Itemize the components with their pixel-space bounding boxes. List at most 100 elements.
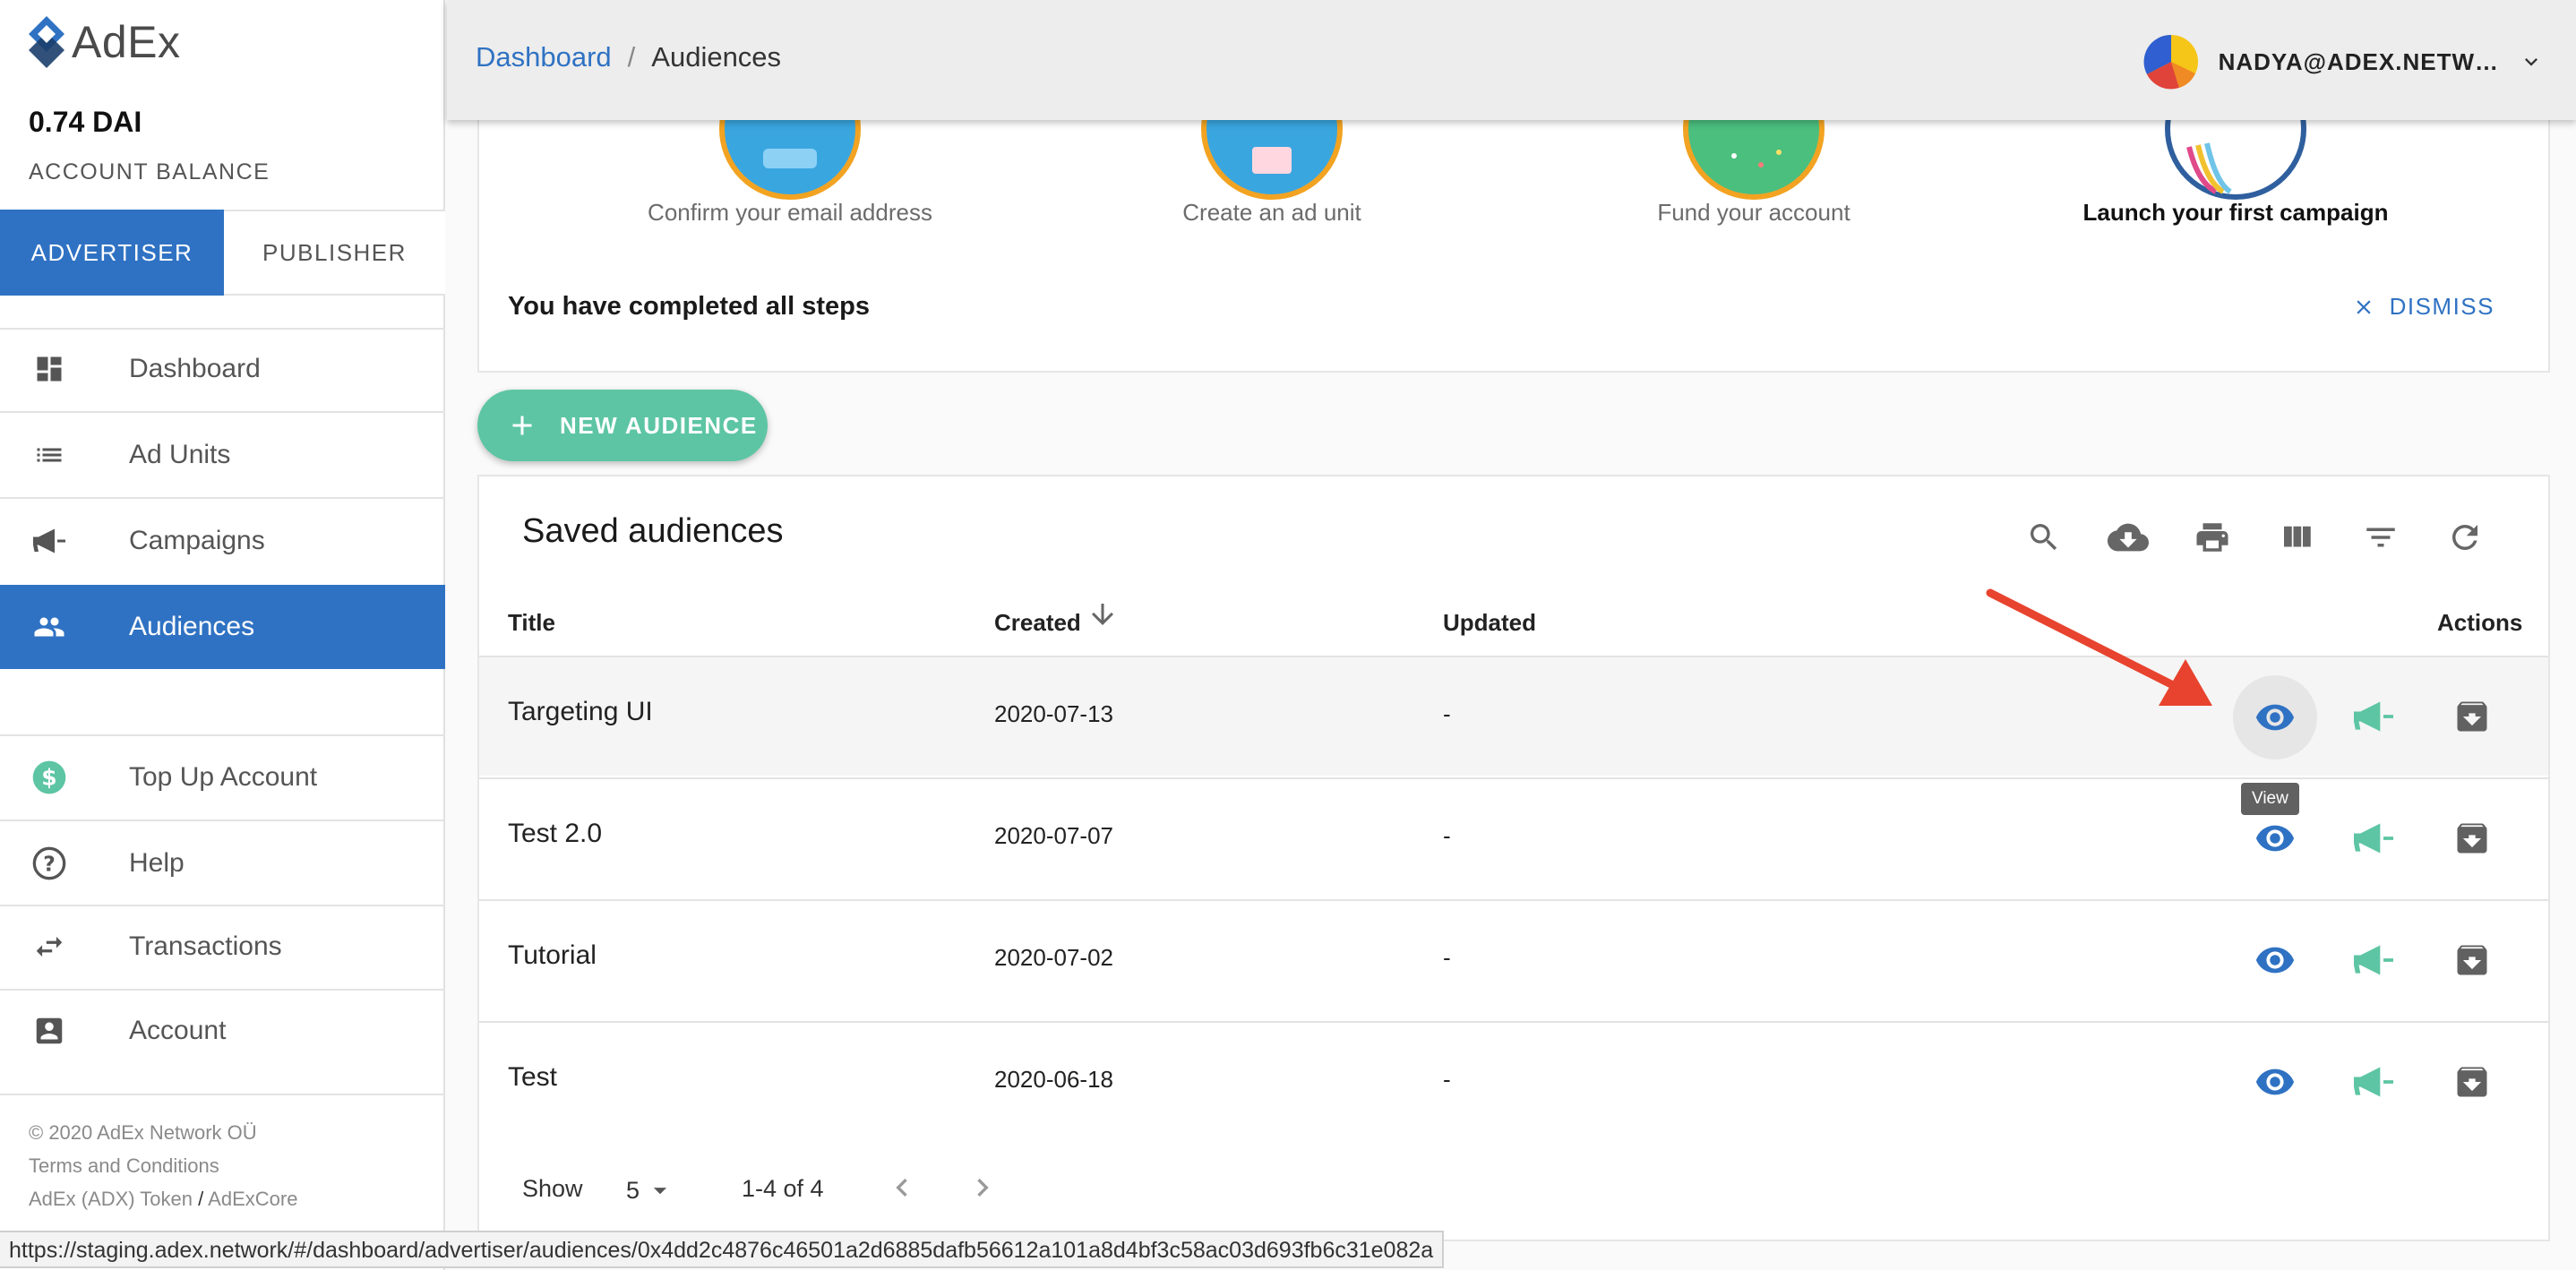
user-email: NADYA@ADEX.NETW… [2218,47,2499,75]
table-row[interactable]: Tutorial 2020-07-02 - [479,899,2548,1019]
sidebar-item-dashboard[interactable]: Dashboard [0,327,445,411]
cloud-download-icon [2108,523,2149,552]
print-icon [2196,523,2228,552]
eye-icon [2255,1068,2295,1095]
filter-button[interactable] [2354,511,2408,564]
megaphone-icon [2354,823,2393,854]
svg-text:?: ? [43,851,56,876]
divider [0,1094,445,1095]
logo[interactable]: AdEx [27,13,181,72]
sidebar-item-label: Account [129,1016,227,1045]
archive-button[interactable] [2443,687,2502,746]
sidebar-item-label: Help [129,848,185,878]
tab-advertiser[interactable]: ADVERTISER [0,210,224,296]
print-button[interactable] [2185,511,2239,564]
new-audience-button[interactable]: NEW AUDIENCE [477,390,768,461]
megaphone-icon [30,522,68,560]
row-created: 2020-07-13 [994,700,1113,727]
people-icon [30,608,68,646]
view-button[interactable] [2245,809,2305,868]
view-button[interactable] [2233,675,2317,759]
archive-button[interactable] [2443,809,2502,868]
row-created: 2020-06-18 [994,1066,1113,1093]
sidebar-item-label: Ad Units [129,440,231,469]
chevron-down-icon [2525,58,2537,66]
step-ad-unit-label: Create an ad unit [1182,199,1361,226]
search-icon [2031,524,2057,551]
column-header-updated[interactable]: Updated [1443,609,1536,637]
row-created: 2020-07-07 [994,822,1113,849]
user-menu[interactable]: NADYA@ADEX.NETW… [2143,34,2544,90]
breadcrumb-dashboard-link[interactable]: Dashboard [476,41,612,73]
tab-publisher[interactable]: PUBLISHER [224,210,445,296]
sidebar-item-label: Transactions [129,931,282,961]
column-header-created[interactable]: Created [994,609,1081,637]
create-campaign-button[interactable] [2344,809,2403,868]
row-updated: - [1443,1066,1451,1093]
brand-name: AdEx [72,17,181,67]
sidebar-item-label: Top Up Account [129,762,318,792]
create-campaign-button[interactable] [2344,931,2403,990]
dashboard-icon [30,350,68,388]
eye-icon [2255,704,2295,731]
sidebar-item-audiences[interactable]: Audiences [0,585,445,669]
row-updated: - [1443,822,1451,849]
row-updated: - [1443,700,1451,727]
sidebar-item-account[interactable]: Account [0,989,445,1073]
view-button[interactable] [2245,1052,2305,1111]
step-email-label: Confirm your email address [648,199,932,226]
create-campaign-button[interactable] [2344,1052,2403,1111]
adex-logo-icon [29,16,64,68]
view-tooltip: View [2241,783,2299,815]
dollar-icon: $ [30,759,68,796]
footer-core-link[interactable]: AdExCore [208,1188,297,1210]
megaphone-icon [2354,701,2393,732]
page-size-select[interactable]: 5 [626,1175,675,1206]
pager-range: 1-4 of 4 [742,1175,824,1202]
row-title: Test 2.0 [508,819,603,848]
column-header-title[interactable]: Title [508,609,555,637]
plus-icon [512,416,532,435]
sidebar-item-help[interactable]: ? Help [0,821,445,905]
footer-separator: / [198,1188,204,1210]
refresh-icon [2452,525,2477,550]
dismiss-button[interactable]: DISMISS [2352,293,2494,321]
sidebar-item-transactions[interactable]: Transactions [0,905,445,989]
search-button[interactable] [2017,511,2071,564]
view-button[interactable] [2245,931,2305,990]
filter-list-icon [2366,528,2395,547]
columns-button[interactable] [2270,511,2323,564]
account-box-icon [30,1012,68,1050]
row-title: Test [508,1062,558,1092]
browser-status-bar: https://staging.adex.network/#/dashboard… [0,1231,1445,1268]
close-icon [2356,299,2371,314]
download-button[interactable] [2101,511,2155,564]
pager-show-label: Show [522,1175,583,1202]
breadcrumb: Dashboard / Audiences [476,41,781,73]
row-created: 2020-07-02 [994,944,1113,971]
archive-button[interactable] [2443,1052,2502,1111]
table-row[interactable]: Test 2020-06-18 - [479,1021,2548,1141]
create-campaign-button[interactable] [2344,687,2403,746]
footer-terms-link[interactable]: Terms and Conditions [29,1154,219,1178]
sidebar-item-top-up-account[interactable]: $ Top Up Account [0,735,445,819]
chevron-right-icon[interactable] [965,1170,1000,1206]
help-icon: ? [30,845,68,882]
chevron-left-icon[interactable] [884,1170,920,1206]
view-column-icon [2284,526,2311,547]
sidebar-item-label: Dashboard [129,354,261,383]
step-fund-label: Fund your account [1657,199,1850,226]
footer-token-link[interactable]: AdEx (ADX) Token [29,1188,193,1210]
row-updated: - [1443,944,1451,971]
table-title: Saved audiences [522,512,784,550]
archive-button[interactable] [2443,931,2502,990]
megaphone-icon [2354,945,2393,975]
arrow-downward-icon[interactable] [1086,598,1119,631]
sidebar-item-ad-units[interactable]: Ad Units [0,413,445,497]
svg-text:$: $ [41,764,56,790]
megaphone-icon [2354,1067,2393,1097]
refresh-button[interactable] [2438,511,2492,564]
row-title: Tutorial [508,940,597,970]
sidebar-item-campaigns[interactable]: Campaigns [0,499,445,583]
table-row[interactable]: Test 2.0 2020-07-07 - [479,777,2548,897]
